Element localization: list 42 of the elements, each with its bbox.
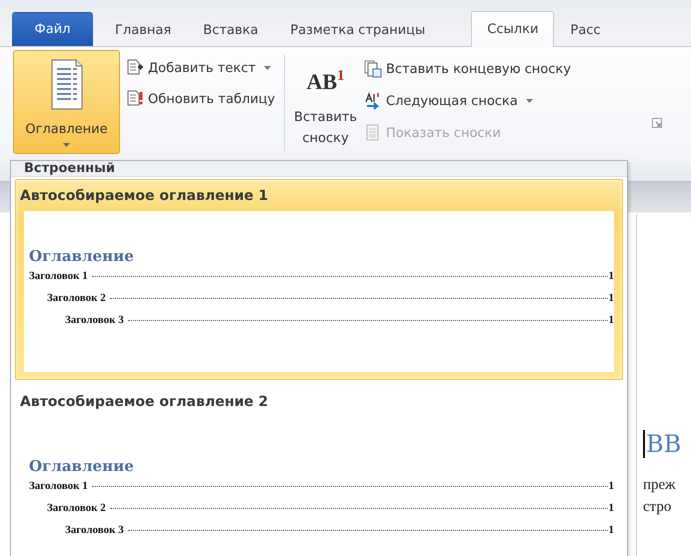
file-tab[interactable]: Файл [12, 12, 93, 46]
document-heading: ВВ [643, 430, 682, 458]
arrow-icon [364, 92, 382, 110]
document-text: стро [643, 498, 672, 517]
ribbon-tab[interactable]: Разметка страницы [274, 13, 442, 47]
page-number: 1 [608, 502, 614, 514]
insert-footnote-button[interactable]: AB$^{1}$ Вставить сноску [291, 50, 360, 150]
document-text: преж [643, 476, 676, 495]
caret-icon [63, 143, 70, 147]
page-number: 1 [608, 292, 614, 304]
gallery-item[interactable]: Автособираемое оглавление 1 Оглавление Заголовок 1 1 Заголовок 2 1 Заголовок 3 1 [15, 179, 623, 380]
footnote-icon: AB$^{1}$ [306, 69, 345, 93]
preview-entry: Заголовок 3 [65, 314, 124, 326]
preview-entry: Заголовок 3 [65, 524, 124, 536]
gallery-item-title: Автособираемое оглавление 2 [19, 392, 270, 412]
preview-entry: Заголовок 2 [47, 502, 106, 514]
document-icon [126, 90, 144, 108]
document-icon [364, 60, 382, 78]
ribbon-command[interactable]: Следующая сноска [364, 92, 571, 110]
dialog-launcher-icon[interactable] [652, 118, 662, 128]
document-icon [126, 59, 144, 77]
ribbon-command[interactable]: Вставить концевую сноску [364, 60, 571, 78]
table-of-contents-button[interactable]: Оглавление [13, 50, 120, 154]
preview-heading: Оглавление [29, 457, 135, 475]
section-header: Встроенный [11, 161, 627, 177]
ribbon-tab[interactable]: Расс [554, 13, 617, 47]
gallery-item[interactable]: Автособираемое оглавление 2 Оглавление Заголовок 1 1 Заголовок 2 1 Заголовок 3 1 [15, 385, 623, 556]
page-number: 1 [608, 270, 614, 282]
ribbon-command[interactable]: Добавить текст [126, 59, 276, 77]
gallery-item-title: Автособираемое оглавление 1 [19, 186, 270, 206]
page-number: 1 [608, 524, 614, 536]
preview-entry: Заголовок 2 [47, 292, 106, 304]
document-icon [50, 59, 84, 110]
ribbon-tab[interactable]: Ссылки [471, 11, 554, 47]
page-number: 1 [608, 314, 614, 326]
ribbon-command[interactable]: Обновить таблицу [126, 90, 276, 108]
ribbon-tab[interactable]: Вставка [187, 13, 274, 47]
preview-entry: Заголовок 1 [29, 270, 88, 282]
preview-heading: Оглавление [29, 247, 135, 265]
ribbon-tab[interactable]: Главная [99, 13, 188, 47]
preview-entry: Заголовок 1 [29, 480, 88, 492]
page-number: 1 [608, 480, 614, 492]
